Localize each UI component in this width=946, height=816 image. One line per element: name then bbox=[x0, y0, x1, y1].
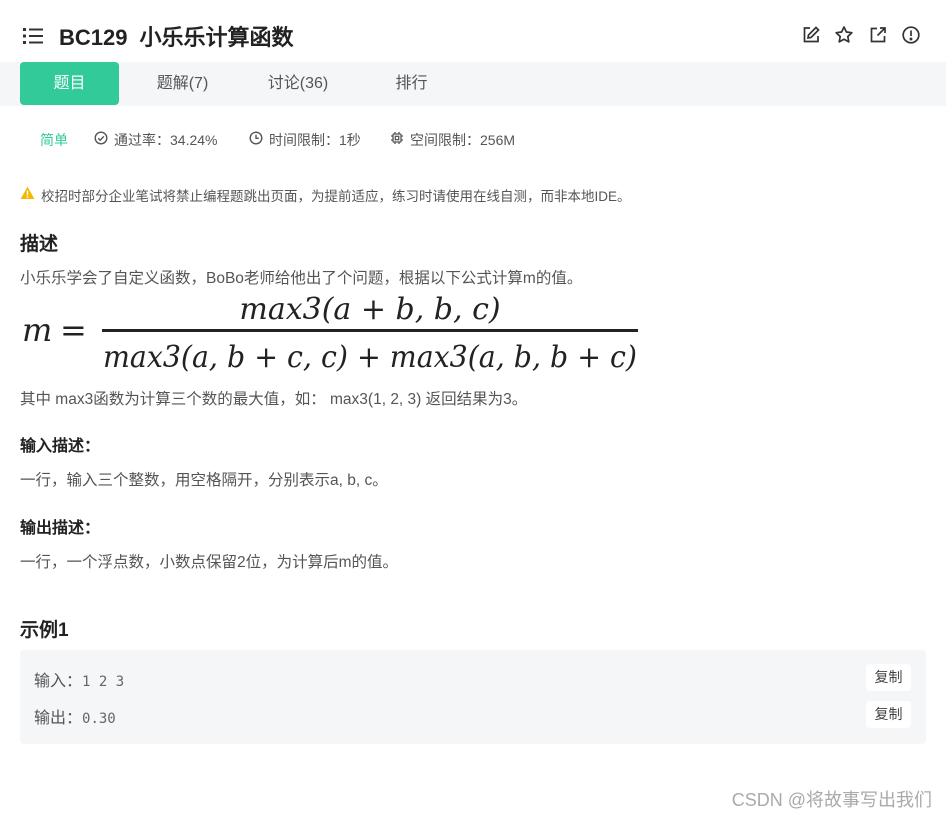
alert-icon[interactable] bbox=[901, 25, 921, 45]
time-limit: 时间限制：1秒 bbox=[269, 132, 361, 148]
notice-text: 校招时部分企业笔试将禁止编程题跳出页面，为提前适应，练习时请使用在线自测，而非本… bbox=[41, 189, 631, 204]
description-heading: 描述 bbox=[20, 234, 59, 255]
external-link-icon[interactable] bbox=[868, 25, 888, 45]
example-box: 输入：1 2 3 复制 输出：0.30 复制 bbox=[20, 650, 926, 744]
star-icon[interactable] bbox=[834, 25, 854, 45]
tab-discussion[interactable]: 讨论(36) bbox=[248, 62, 348, 105]
formula-equals: = bbox=[60, 311, 87, 349]
example-output-value: 0.30 bbox=[82, 711, 116, 727]
copy-output-button[interactable]: 复制 bbox=[866, 701, 911, 728]
difficulty-badge: 简单 bbox=[40, 132, 68, 148]
watermark: CSDN @将故事写出我们 bbox=[731, 790, 932, 810]
copy-input-button[interactable]: 复制 bbox=[866, 664, 911, 691]
example-output-row: 输出：0.30 bbox=[34, 704, 116, 728]
space-limit: 空间限制：256M bbox=[410, 132, 516, 148]
chip-icon bbox=[391, 132, 403, 144]
output-desc-text: 一行，一个浮点数，小数点保留2位，为计算后m的值。 bbox=[20, 554, 399, 571]
description-intro: 小乐乐学会了自定义函数，BoBo老师给他出了个问题，根据以下公式计算m的值。 bbox=[20, 270, 583, 287]
tab-ranking[interactable]: 排行 bbox=[364, 62, 459, 105]
check-circle-icon bbox=[94, 131, 108, 145]
formula-lhs: m bbox=[22, 311, 52, 349]
formula-denominator: max3(a, b + c, c) + max3(a, b, b + c) bbox=[103, 340, 637, 375]
tab-bar: 题目 题解(7) 讨论(36) 排行 bbox=[0, 62, 946, 106]
problem-code: BC129 bbox=[59, 25, 128, 50]
formula: m = max3(a + b, b, c) max3(a, b + c, c) … bbox=[22, 292, 638, 375]
example-input-label: 输入： bbox=[34, 673, 83, 690]
tab-problem[interactable]: 题目 bbox=[20, 62, 119, 105]
description-note: 其中 max3函数为计算三个数的最大值，如： max3(1, 2, 3) 返回结… bbox=[20, 391, 528, 408]
warning-icon bbox=[20, 186, 35, 199]
fraction-bar bbox=[102, 329, 638, 332]
clock-icon bbox=[249, 131, 263, 145]
pass-rate: 通过率：34.24% bbox=[114, 132, 218, 148]
tab-solutions[interactable]: 题解(7) bbox=[135, 62, 230, 105]
example-input-value: 1 2 3 bbox=[82, 674, 125, 690]
example-output-label: 输出： bbox=[34, 710, 83, 727]
problem-header: BC129 小乐乐计算函数 bbox=[0, 0, 946, 62]
input-desc-heading: 输入描述： bbox=[20, 438, 101, 455]
edit-icon[interactable] bbox=[801, 25, 821, 45]
example-heading: 示例1 bbox=[20, 620, 69, 641]
output-desc-heading: 输出描述： bbox=[20, 520, 101, 537]
page-title: BC129 小乐乐计算函数 bbox=[59, 20, 294, 52]
list-icon[interactable] bbox=[23, 27, 43, 45]
formula-numerator: max3(a + b, b, c) bbox=[239, 292, 500, 327]
example-input-row: 输入：1 2 3 bbox=[34, 667, 124, 691]
input-desc-text: 一行，输入三个整数，用空格隔开，分别表示a, b, c。 bbox=[20, 472, 388, 489]
problem-name: 小乐乐计算函数 bbox=[139, 25, 294, 50]
